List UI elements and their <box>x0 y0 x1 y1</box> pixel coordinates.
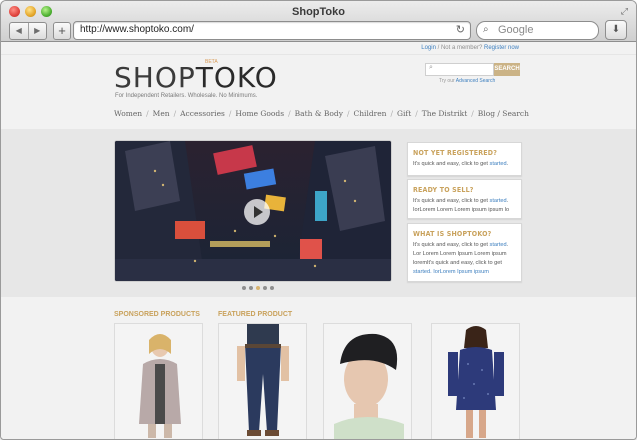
hero-slideshow[interactable] <box>114 140 392 282</box>
started-link[interactable]: started <box>490 198 507 204</box>
search-icon: ⌕ <box>483 24 489 35</box>
box-text: It's quick and easy, click to get starte… <box>413 198 510 213</box>
site-search-input[interactable]: ⌕ <box>425 63 494 76</box>
account-links: Login / Not a member? Register now <box>421 45 519 51</box>
slide-dot-3[interactable] <box>256 286 260 290</box>
nav-the-distrikt[interactable]: The Distrikt <box>422 109 467 118</box>
box-title: READY TO SELL? <box>413 186 474 194</box>
product-image <box>432 324 519 439</box>
sponsored-products-heading: SPONSORED PRODUCTS <box>114 311 200 318</box>
search-placeholder: Google <box>498 24 534 36</box>
featured-product-beanie[interactable] <box>323 323 412 439</box>
nav-men[interactable]: Men <box>153 109 170 118</box>
title-bar: ShopToko ⤢ ◀ ▶ + http://www.shoptoko.com… <box>1 1 636 42</box>
featured-product-jeans[interactable] <box>218 323 307 439</box>
advanced-search-line: Try our Advanced Search <box>439 78 495 84</box>
nav-accessories[interactable]: Accessories <box>180 109 225 118</box>
nav-home-goods[interactable]: Home Goods <box>235 109 284 118</box>
url-text: http://www.shoptoko.com/ <box>80 24 194 35</box>
product-image <box>115 324 202 439</box>
site-tagline: For Independent Retailers. Wholesale. No… <box>115 93 258 99</box>
nav-children[interactable]: Children <box>353 109 386 118</box>
nav-blog-search[interactable]: Blog / Search <box>478 109 529 118</box>
window-title: ShopToko <box>292 6 345 18</box>
back-icon[interactable]: ◀ <box>10 23 29 39</box>
logo-toko: TOKO <box>195 61 278 94</box>
new-tab-button[interactable]: + <box>53 22 71 40</box>
featured-product-heading: FEATURED PRODUCT <box>218 311 293 318</box>
register-link[interactable]: Register now <box>484 45 519 51</box>
box-text: It's quick and easy, click to get starte… <box>413 161 509 167</box>
slide-dot-2[interactable] <box>249 286 253 290</box>
what-is-shoptoko-box: WHAT IS SHOPTOKO? It's quick and easy, c… <box>407 223 522 282</box>
search-icon: ⌕ <box>429 64 433 71</box>
slide-dot-4[interactable] <box>263 286 267 290</box>
login-link[interactable]: Login <box>421 45 436 51</box>
beta-badge: BETA <box>205 59 218 65</box>
play-icon <box>254 206 263 218</box>
address-bar[interactable]: http://www.shoptoko.com/ ↻ <box>73 21 471 40</box>
slide-dot-1[interactable] <box>242 286 246 290</box>
browser-window: ShopToko ⤢ ◀ ▶ + http://www.shoptoko.com… <box>0 0 637 440</box>
started-link[interactable]: started <box>490 161 507 167</box>
box-title: WHAT IS SHOPTOKO? <box>413 230 492 238</box>
slideshow-dots <box>242 286 274 290</box>
sponsored-product-jacket[interactable] <box>114 323 203 439</box>
featured-product-dress[interactable] <box>431 323 520 439</box>
play-button[interactable] <box>244 199 270 225</box>
product-image <box>324 324 411 439</box>
nav-gift[interactable]: Gift <box>397 109 411 118</box>
forward-icon[interactable]: ▶ <box>29 23 47 39</box>
reload-icon[interactable]: ↻ <box>456 23 465 36</box>
page-content: Login / Not a member? Register now SHOPT… <box>1 42 636 439</box>
not-registered-box: NOT YET REGISTERED? It's quick and easy,… <box>407 142 522 176</box>
history-nav: ◀ ▶ <box>9 22 47 40</box>
product-image <box>219 324 306 439</box>
box-title: NOT YET REGISTERED? <box>413 149 498 157</box>
browser-search-field[interactable]: ⌕ Google <box>476 21 599 40</box>
box-text: It's quick and easy, click to get starte… <box>413 242 509 275</box>
fullscreen-icon[interactable]: ⤢ <box>621 6 628 17</box>
advanced-search-link[interactable]: Advanced Search <box>456 78 495 84</box>
nav-women[interactable]: Women <box>114 109 142 118</box>
slide-dot-5[interactable] <box>270 286 274 290</box>
nav-bath-body[interactable]: Bath & Body <box>295 109 343 118</box>
site-search-button[interactable]: SEARCH <box>494 63 520 76</box>
started-link[interactable]: started <box>490 242 507 248</box>
downloads-icon[interactable]: ⬇ <box>605 20 627 40</box>
main-navigation: Women / Men / Accessories / Home Goods / Bat… <box>114 109 529 118</box>
not-member-text: Not a member? <box>440 45 483 51</box>
advanced-search-prefix: Try our <box>439 78 455 84</box>
logo-shop: SHOP <box>114 61 196 94</box>
site-logo[interactable]: SHOPTOKO <box>114 64 278 92</box>
header-divider <box>1 54 636 55</box>
ready-to-sell-box: READY TO SELL? It's quick and easy, clic… <box>407 179 522 219</box>
